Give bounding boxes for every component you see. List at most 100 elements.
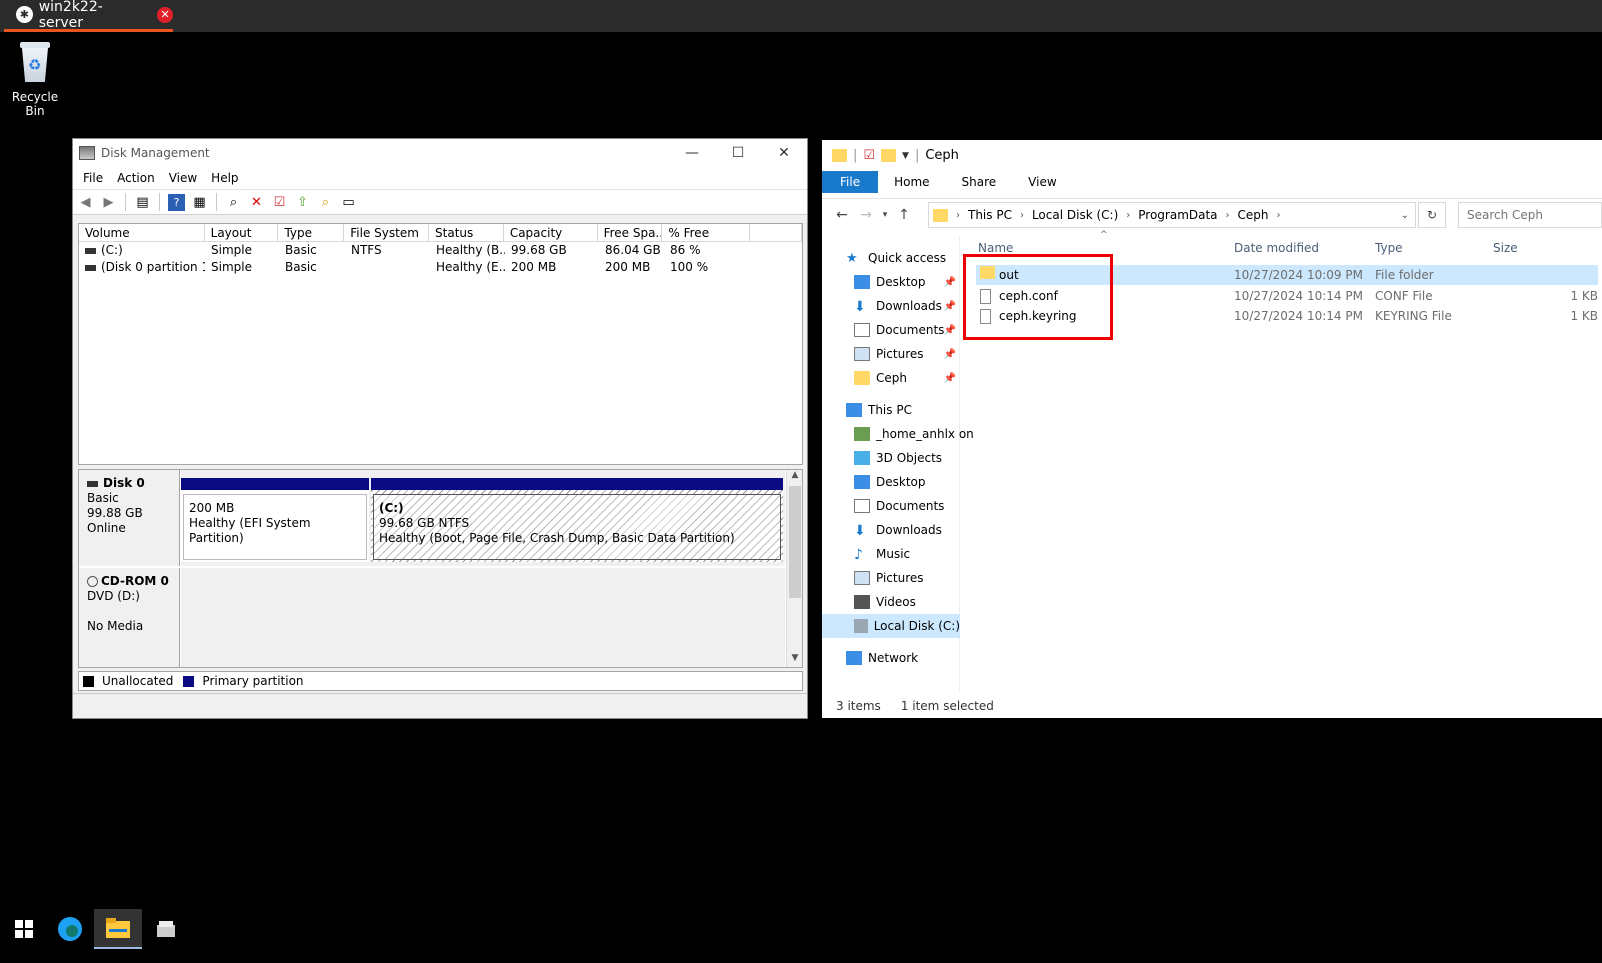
desktop-icon [854,475,870,489]
menu-help[interactable]: Help [205,171,246,185]
nav-label: _home_anhlx on [876,427,974,441]
maximize-button[interactable]: ☐ [715,139,761,167]
search-folder-icon[interactable]: ⌕ [317,194,334,211]
scroll-down-icon[interactable]: ▼ [787,653,802,667]
qat-dropdown-icon[interactable]: ▼ [902,151,909,161]
breadcrumb-local-disk[interactable]: Local Disk (C:) [1032,208,1118,222]
breadcrumb-ceph[interactable]: Ceph [1238,208,1269,222]
show-hide-action-pane-icon[interactable]: ▦ [191,194,208,211]
breadcrumb-this-pc[interactable]: This PC [968,208,1012,222]
col-size[interactable]: Size [1493,241,1518,255]
forward-icon[interactable]: ▶ [100,194,117,211]
show-hide-console-tree-icon[interactable]: ▤ [134,194,151,211]
disk-management-taskbar-button[interactable] [142,909,190,949]
recycle-bin-desktop-icon[interactable]: ♻ Recycle Bin [4,40,66,118]
3d-objects-icon [854,451,870,465]
up-folder-icon[interactable]: ⇧ [294,194,311,211]
tab-file[interactable]: File [822,171,879,193]
up-arrow-icon[interactable]: ↑ [892,207,916,223]
drive-icon [85,264,96,271]
fe-titlebar[interactable]: | ☑ ▼ | Ceph [822,140,1602,171]
close-button[interactable]: ✕ [761,139,807,167]
help-icon[interactable]: ? [168,193,185,211]
menu-file[interactable]: File [77,171,111,185]
disk-icon [87,480,98,487]
nav-label: Network [868,651,919,665]
cdrom0-info[interactable]: CD-ROM 0 DVD (D:) No Media [79,568,180,667]
menu-view[interactable]: View [163,171,205,185]
disk-pane-scrollbar[interactable]: ▲ ▼ [786,470,802,667]
refresh-icon[interactable]: ↻ [1418,202,1446,228]
col-percent-free[interactable]: % Free [662,224,751,241]
tab-view[interactable]: View [1012,171,1072,193]
file-explorer-icon [106,918,130,938]
properties-icon[interactable]: ▭ [340,194,357,211]
scroll-up-icon[interactable]: ▲ [787,470,802,484]
check-icon[interactable]: ☑ [271,194,288,211]
volume-layout: Simple [211,260,252,274]
dm-menubar: File Action View Help [73,167,807,189]
address-bar[interactable]: › This PC › Local Disk (C:) › ProgramDat… [928,202,1416,228]
disk0-status: Online [87,521,126,535]
file-explorer-taskbar-button[interactable] [94,909,142,949]
minimize-button[interactable]: — [669,139,715,167]
dm-titlebar[interactable]: Disk Management — ☐ ✕ [73,139,807,167]
breadcrumb-programdata[interactable]: ProgramData [1138,208,1217,222]
col-file-system[interactable]: File System [344,224,430,241]
file-size: 1 KB [1570,289,1598,303]
drive-icon [85,247,96,254]
start-button[interactable] [0,909,48,949]
disk0-info[interactable]: Disk 0 Basic 99.88 GB Online [79,470,180,566]
nav-this-pc[interactable]: This PC [846,398,984,422]
col-date-modified[interactable]: Date modified [1234,241,1319,255]
host-tab-title: win2k22-server [38,0,103,31]
menu-action[interactable]: Action [111,171,163,185]
efi-partition[interactable]: 200 MB Healthy (EFI System Partition) [181,478,369,562]
address-folder-icon [933,208,948,222]
col-type[interactable]: Type [278,224,345,241]
nav-network[interactable]: Network [846,646,984,670]
unallocated-swatch [83,675,94,687]
sort-ascending-icon: ^ [1100,230,1108,240]
tab-home[interactable]: Home [878,171,945,193]
properties-icon[interactable]: ☑ [863,148,875,163]
col-volume[interactable]: Volume [79,224,205,241]
recent-locations-icon[interactable]: ▾ [878,210,892,220]
nav-label: Local Disk (C:) [873,619,960,633]
tab-share[interactable]: Share [946,171,1013,193]
delete-icon[interactable]: ✕ [248,194,265,211]
volume-type: Basic [285,243,317,257]
close-tab-icon[interactable]: ✕ [157,6,173,23]
nav-label: Documents [876,499,945,513]
volume-pct-free: 100 % [670,260,709,274]
col-type[interactable]: Type [1375,241,1403,255]
scroll-thumb[interactable] [789,486,801,598]
table-row[interactable]: (C:) Simple Basic NTFS Healthy (B... 99.… [79,242,802,259]
col-capacity[interactable]: Capacity [504,224,598,241]
folder-icon [832,149,847,162]
col-status[interactable]: Status [429,224,504,241]
c-partition[interactable]: (C:) 99.68 GB NTFS Healthy (Boot, Page F… [371,478,783,562]
col-name[interactable]: Name [978,241,1013,255]
nav-local-disk[interactable]: Local Disk (C:) [822,614,960,638]
primary-partition-bar [371,478,783,490]
col-free-space[interactable]: Free Spa... [598,224,663,241]
disk-management-app-icon [79,146,95,160]
search-input[interactable]: Search Ceph [1458,202,1602,228]
recycle-bin-icon: ♻ [18,40,52,84]
nav-label: This PC [868,403,912,417]
windows-logo-icon [15,920,33,938]
nav-label: Documents [876,323,945,337]
forward-arrow-icon[interactable]: → [854,207,878,223]
connect-icon[interactable]: ⌕ [225,194,242,211]
new-folder-icon[interactable] [881,149,897,162]
col-layout[interactable]: Layout [205,224,279,241]
back-icon[interactable]: ◀ [77,194,94,211]
disk-management-window: Disk Management — ☐ ✕ File Action View H… [72,138,808,719]
address-dropdown-icon[interactable]: ⌄ [1401,210,1409,221]
back-arrow-icon[interactable]: ← [830,207,854,223]
edge-taskbar-button[interactable] [46,909,94,949]
host-tab[interactable]: ✱ win2k22-server ✕ [4,0,173,32]
table-row[interactable]: (Disk 0 partition 1) Simple Basic Health… [79,259,802,276]
volume-capacity: 200 MB [511,260,557,274]
